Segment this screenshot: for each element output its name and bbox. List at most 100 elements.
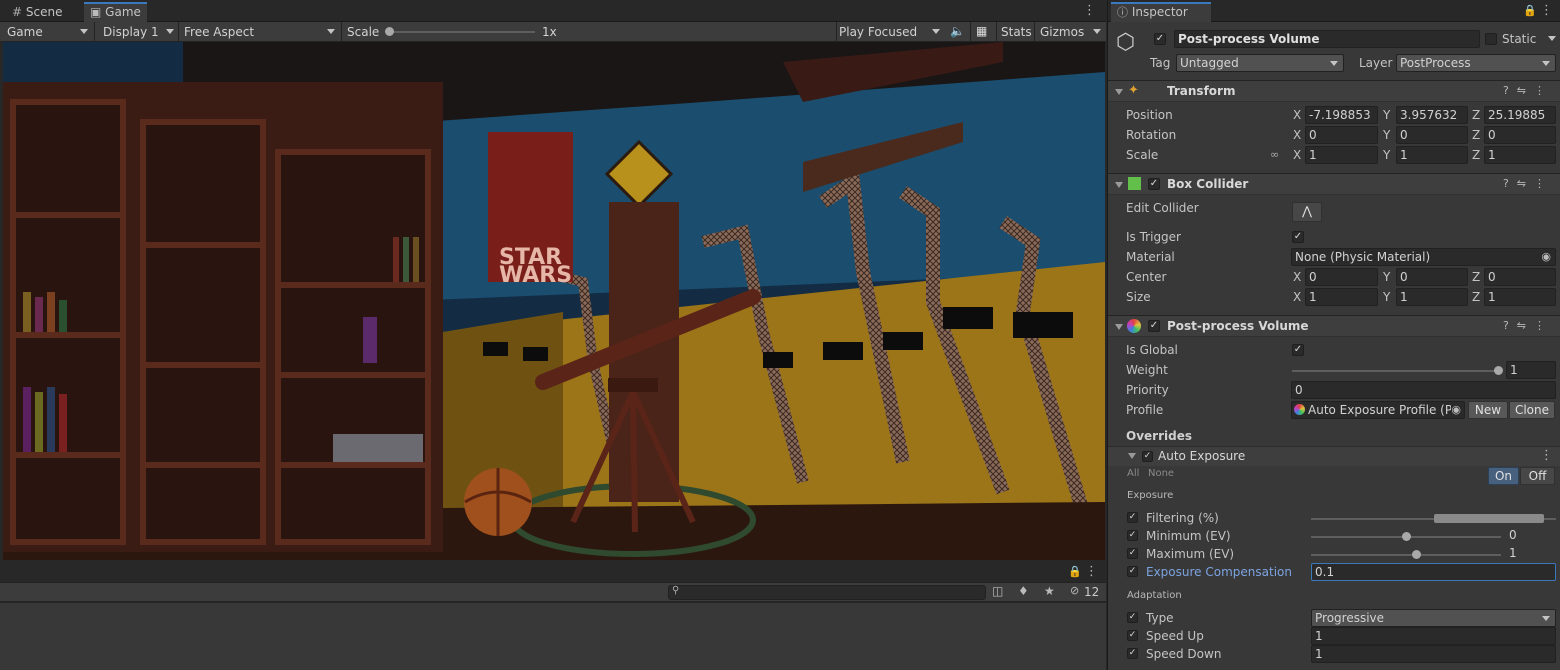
gizmos-dropdown[interactable]: Gizmos (1035, 22, 1105, 42)
display-dropdown[interactable]: Display 1 (98, 22, 178, 42)
on-button[interactable]: On (1488, 467, 1519, 485)
speaker-icon[interactable]: 🔈 (950, 24, 965, 38)
chevron-down-icon[interactable] (1548, 36, 1556, 41)
auto-exposure-header[interactable]: ✓ Auto Exposure ⋮ (1108, 446, 1560, 466)
post-process-volume-enabled-checkbox[interactable]: ✓ (1148, 320, 1160, 332)
component-header-icons[interactable]: ?⇋⋮ (1503, 84, 1553, 97)
maximum-value-field[interactable]: 1 (1506, 545, 1556, 563)
rotation-x-field[interactable]: 0 (1305, 126, 1378, 144)
more-options-icon[interactable]: ⋮ (1085, 564, 1098, 579)
filtering-range-fill[interactable] (1433, 514, 1544, 523)
speed-down-field[interactable]: 1 (1311, 645, 1556, 663)
stats-button[interactable]: Stats (996, 22, 1034, 42)
more-options-icon[interactable]: ⋮ (1540, 448, 1553, 463)
profile-object-field[interactable]: Auto Exposure Profile (Po ◉ (1291, 401, 1465, 419)
filtering-override-checkbox[interactable]: ✓ (1127, 512, 1138, 523)
position-x-field[interactable]: -7.198853 (1305, 106, 1378, 124)
search-input[interactable]: ⚲ (668, 585, 986, 600)
type-override-checkbox[interactable]: ✓ (1127, 612, 1138, 623)
tab-scene[interactable]: # Scene (6, 2, 68, 22)
rotation-z-field[interactable]: 0 (1484, 126, 1556, 144)
position-y-field[interactable]: 3.957632 (1396, 106, 1468, 124)
none-toggle-link[interactable]: None (1148, 468, 1174, 479)
hidden-eye-icon[interactable]: ⊘ (1070, 584, 1079, 597)
gamepad-icon: ▣ (90, 5, 102, 19)
view-mode-dropdown[interactable]: Game (2, 22, 92, 42)
scale-slider-knob[interactable] (385, 27, 394, 36)
tag-dropdown[interactable]: Untagged (1176, 54, 1344, 72)
tab-game[interactable]: ▣ Game (84, 2, 147, 22)
minimum-value-field[interactable]: 0 (1506, 527, 1556, 545)
fold-arrow-icon[interactable] (1115, 324, 1123, 330)
speed-down-override-checkbox[interactable]: ✓ (1127, 648, 1138, 659)
center-x-field[interactable]: 0 (1305, 268, 1378, 286)
center-y-field[interactable]: 0 (1396, 268, 1468, 286)
object-name-input[interactable]: Post-process Volume (1174, 30, 1480, 48)
label-tag-icon[interactable]: ♦ (1018, 584, 1029, 598)
speed-up-override-checkbox[interactable]: ✓ (1127, 630, 1138, 641)
speed-up-label: Speed Up (1146, 629, 1204, 643)
priority-field[interactable]: 0 (1291, 381, 1556, 399)
object-picker-icon[interactable]: ◉ (1451, 402, 1461, 418)
tab-inspector[interactable]: ⓘ Inspector (1111, 2, 1211, 22)
off-button[interactable]: Off (1520, 467, 1555, 485)
new-profile-button[interactable]: New (1468, 401, 1508, 419)
favorite-star-icon[interactable]: ★ (1044, 584, 1055, 598)
weight-value-field[interactable]: 1 (1506, 361, 1556, 379)
maximum-slider[interactable] (1311, 554, 1501, 556)
box-collider-enabled-checkbox[interactable]: ✓ (1148, 178, 1160, 190)
post-process-volume-header[interactable]: ✓ Post-process Volume ?⇋⋮ (1108, 315, 1560, 337)
center-z-field[interactable]: 0 (1484, 268, 1556, 286)
aspect-dropdown[interactable]: Free Aspect (179, 22, 339, 42)
keyboard-icon[interactable]: ▦ (976, 24, 987, 38)
size-y-field[interactable]: 1 (1396, 288, 1468, 306)
size-z-field[interactable]: 1 (1484, 288, 1556, 306)
scale-y-field[interactable]: 1 (1396, 146, 1468, 164)
active-checkbox[interactable]: ✓ (1154, 33, 1166, 45)
play-mode-dropdown[interactable]: Play Focused (834, 22, 944, 42)
is-trigger-checkbox[interactable]: ✓ (1292, 231, 1304, 243)
game-viewport[interactable]: STAR WARS (3, 42, 1105, 560)
component-header-icons[interactable]: ?⇋⋮ (1503, 319, 1553, 332)
minimum-override-checkbox[interactable]: ✓ (1127, 530, 1138, 541)
compensation-override-checkbox[interactable]: ✓ (1127, 566, 1138, 577)
edit-collider-button[interactable]: ⋀ (1292, 202, 1322, 222)
fold-arrow-icon[interactable] (1128, 453, 1136, 459)
minimum-label: Minimum (EV) (1146, 529, 1231, 543)
maximum-override-checkbox[interactable]: ✓ (1127, 548, 1138, 559)
weight-slider-knob[interactable] (1494, 366, 1503, 375)
scale-x-field[interactable]: 1 (1305, 146, 1378, 164)
auto-exposure-enabled-checkbox[interactable]: ✓ (1142, 451, 1153, 462)
minimum-slider-knob[interactable] (1402, 532, 1411, 541)
is-global-checkbox[interactable]: ✓ (1292, 344, 1304, 356)
more-options-icon[interactable]: ⋮ (1083, 3, 1096, 18)
scale-z-field[interactable]: 1 (1484, 146, 1556, 164)
more-options-icon[interactable]: ⋮ (1540, 3, 1553, 18)
size-x-field[interactable]: 1 (1305, 288, 1378, 306)
rotation-y-field[interactable]: 0 (1396, 126, 1468, 144)
object-picker-icon[interactable]: ◉ (1541, 249, 1551, 265)
position-z-field[interactable]: 25.19885 (1484, 106, 1556, 124)
component-header-icons[interactable]: ?⇋⋮ (1503, 177, 1553, 190)
speed-down-label: Speed Down (1146, 647, 1222, 661)
static-checkbox[interactable] (1485, 33, 1497, 45)
type-dropdown[interactable]: Progressive (1311, 609, 1556, 627)
filter-type-icon[interactable]: ◫ (992, 584, 1003, 598)
maximum-slider-knob[interactable] (1412, 550, 1421, 559)
constrain-proportions-link-icon[interactable]: ∞ (1270, 148, 1279, 161)
weight-slider[interactable] (1292, 370, 1500, 372)
fold-arrow-icon[interactable] (1115, 182, 1123, 188)
speed-up-field[interactable]: 1 (1311, 627, 1556, 645)
exposure-compensation-field[interactable]: 0.1 (1311, 563, 1556, 581)
lock-icon[interactable]: 🔒 (1523, 4, 1537, 17)
layer-dropdown[interactable]: PostProcess (1396, 54, 1556, 72)
box-collider-header[interactable]: ✓ Box Collider ?⇋⋮ (1108, 173, 1560, 195)
material-object-field[interactable]: None (Physic Material) ◉ (1291, 248, 1556, 266)
axis-x-label: X (1293, 290, 1302, 304)
clone-profile-button[interactable]: Clone (1509, 401, 1555, 419)
all-toggle-link[interactable]: All (1127, 468, 1139, 479)
fold-arrow-icon[interactable] (1115, 89, 1123, 95)
lock-icon[interactable]: 🔒 (1068, 565, 1082, 578)
scale-slider[interactable] (389, 31, 535, 33)
transform-header[interactable]: ✦ Transform ?⇋⋮ (1108, 80, 1560, 102)
